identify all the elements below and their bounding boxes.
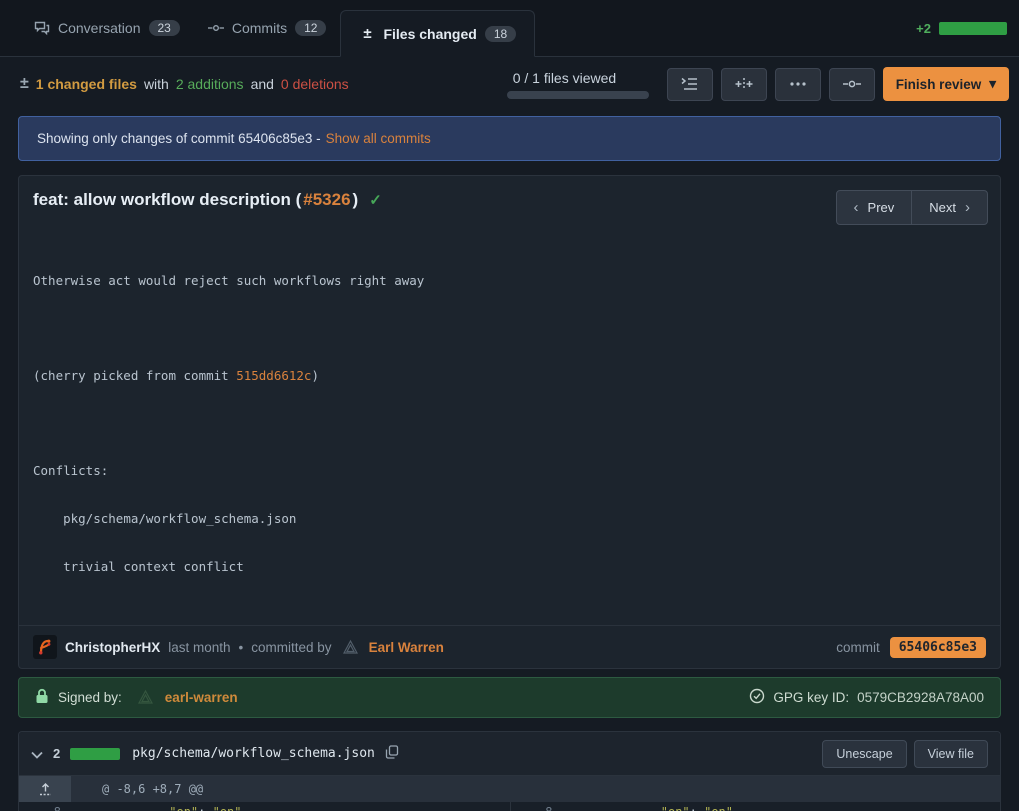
collapse-file-chevron-icon[interactable] bbox=[31, 746, 43, 762]
commit-filter-banner: Showing only changes of commit 65406c85e… bbox=[18, 116, 1001, 161]
signer-name[interactable]: earl-warren bbox=[165, 690, 238, 705]
commit-title-suffix: ) bbox=[353, 190, 359, 210]
hunk-header-text: @ -8,6 +8,7 @@ bbox=[102, 782, 203, 796]
more-options-button[interactable] bbox=[775, 68, 821, 101]
gpg-key-label: GPG key ID: bbox=[773, 690, 849, 705]
caret-down-icon: ▾ bbox=[989, 76, 996, 92]
commit-title-text: feat: allow workflow description ( bbox=[33, 190, 301, 210]
gpg-key-value: 0579CB2928A78A00 bbox=[857, 690, 984, 705]
diffstat-bar bbox=[939, 22, 1007, 35]
diff-icon: ± bbox=[20, 75, 29, 93]
files-changed-count-badge: 18 bbox=[485, 26, 516, 42]
commits-count-badge: 12 bbox=[295, 20, 326, 36]
tab-files-changed[interactable]: ± Files changed 18 bbox=[340, 10, 535, 57]
signed-by-label: Signed by: bbox=[58, 690, 122, 705]
split-view-toggle-button[interactable] bbox=[721, 68, 767, 101]
committer-name[interactable]: Earl Warren bbox=[369, 640, 444, 655]
tab-commits[interactable]: Commits 12 bbox=[194, 10, 341, 46]
file-name[interactable]: pkg/schema/workflow_schema.json bbox=[132, 746, 375, 761]
unescape-button[interactable]: Unescape bbox=[822, 740, 906, 768]
author-avatar[interactable] bbox=[33, 635, 57, 659]
pr-tab-bar: Conversation 23 Commits 12 ± Files chang… bbox=[0, 0, 1019, 57]
code-text: "on": "on", bbox=[97, 802, 510, 811]
files-viewed-progress: 0 / 1 files viewed bbox=[507, 70, 649, 99]
tab-conversation-label: Conversation bbox=[58, 20, 141, 36]
commit-label: commit bbox=[836, 640, 880, 655]
show-all-commits-link[interactable]: Show all commits bbox=[326, 131, 431, 146]
commit-title: feat: allow workflow description (#5326)… bbox=[33, 190, 382, 210]
expand-hunk-button[interactable] bbox=[19, 776, 71, 802]
commit-box: feat: allow workflow description (#5326)… bbox=[18, 175, 1001, 669]
diff-line-left[interactable]: 8 "on": "on", bbox=[19, 802, 510, 811]
summary-and: and bbox=[251, 76, 274, 92]
files-viewed-bar bbox=[507, 91, 649, 99]
line-number: 8 bbox=[511, 802, 563, 811]
file-additions-count: 2 bbox=[53, 746, 60, 761]
deletions-text: 0 deletions bbox=[281, 76, 349, 92]
conflict-note-line: trivial context conflict bbox=[33, 559, 986, 575]
diff-file-box: 2 pkg/schema/workflow_schema.json Unesca… bbox=[18, 731, 1001, 811]
signature-bar: Signed by: earl-warren GPG key ID: 0579C… bbox=[18, 677, 1001, 718]
commit-status-check-icon[interactable]: ✓ bbox=[369, 191, 382, 209]
dot-separator: • bbox=[239, 640, 244, 655]
committed-by-label: committed by bbox=[251, 640, 331, 655]
cherry-pick-line: (cherry picked from commit 515dd6612c) bbox=[33, 368, 986, 384]
diffstat-additions: +2 bbox=[916, 21, 931, 36]
view-file-button[interactable]: View file bbox=[914, 740, 988, 768]
conflict-file-line: pkg/schema/workflow_schema.json bbox=[33, 511, 986, 527]
next-commit-button[interactable]: Next › bbox=[911, 190, 988, 225]
tab-files-changed-label: Files changed bbox=[383, 26, 476, 42]
summary-with: with bbox=[144, 76, 169, 92]
next-label: Next bbox=[929, 200, 956, 215]
commit-pagination: ‹ Prev Next › bbox=[836, 190, 988, 225]
finish-review-button[interactable]: Finish review ▾ bbox=[883, 67, 1009, 101]
changed-files-summary: ± 1 changed files with 2 additions and 0… bbox=[20, 75, 349, 93]
conflicts-header: Conflicts: bbox=[33, 463, 986, 479]
chevron-right-icon: › bbox=[965, 199, 970, 216]
git-commit-icon bbox=[208, 22, 224, 34]
shield-check-icon bbox=[749, 688, 765, 707]
cherry-pick-sha-link[interactable]: 515dd6612c bbox=[236, 368, 311, 383]
banner-text: Showing only changes of commit 65406c85e… bbox=[37, 131, 321, 146]
diff-icon: ± bbox=[359, 25, 375, 42]
diff-file-header: 2 pkg/schema/workflow_schema.json Unesca… bbox=[19, 732, 1000, 776]
issue-link[interactable]: #5326 bbox=[303, 190, 350, 210]
diff-row: 8 "on": "on", 8 "on": "on", bbox=[19, 802, 1000, 811]
prev-commit-button[interactable]: ‹ Prev bbox=[836, 190, 913, 225]
chevron-left-icon: ‹ bbox=[854, 199, 859, 216]
lock-icon bbox=[35, 688, 49, 707]
copy-path-icon[interactable] bbox=[385, 745, 399, 762]
code-text: "on": "on", bbox=[589, 802, 1001, 811]
committer-avatar[interactable] bbox=[340, 637, 361, 658]
file-diffstat-bar bbox=[70, 748, 120, 760]
tab-commits-label: Commits bbox=[232, 20, 287, 36]
comment-discussion-icon bbox=[34, 20, 50, 36]
line-number: 8 bbox=[19, 802, 71, 811]
finish-review-label: Finish review bbox=[896, 77, 982, 92]
changed-files-text: 1 changed files bbox=[36, 76, 137, 92]
tab-conversation[interactable]: Conversation 23 bbox=[20, 10, 194, 46]
additions-text: 2 additions bbox=[176, 76, 244, 92]
diff-summary-row: ± 1 changed files with 2 additions and 0… bbox=[0, 57, 1019, 111]
commit-sha-badge[interactable]: 65406c85e3 bbox=[890, 637, 986, 658]
diff-line-right[interactable]: 8 "on": "on", bbox=[510, 802, 1001, 811]
file-tree-toggle-button[interactable] bbox=[667, 68, 713, 101]
prev-label: Prev bbox=[868, 200, 895, 215]
commit-message-body: Otherwise act would reject such workflow… bbox=[19, 229, 1000, 625]
conversation-count-badge: 23 bbox=[149, 20, 180, 36]
commits-dropdown-button[interactable] bbox=[829, 68, 875, 101]
author-name[interactable]: ChristopherHX bbox=[65, 640, 160, 655]
files-viewed-label: 0 / 1 files viewed bbox=[507, 70, 649, 86]
commit-date: last month bbox=[168, 640, 230, 655]
diffstat-summary: +2 bbox=[916, 21, 1007, 36]
commit-meta-row: ChristopherHX last month • committed by … bbox=[19, 625, 1000, 668]
signer-avatar[interactable] bbox=[135, 687, 156, 708]
commit-message-line: Otherwise act would reject such workflow… bbox=[33, 273, 986, 289]
hunk-header-row: @ -8,6 +8,7 @@ bbox=[19, 776, 1000, 802]
